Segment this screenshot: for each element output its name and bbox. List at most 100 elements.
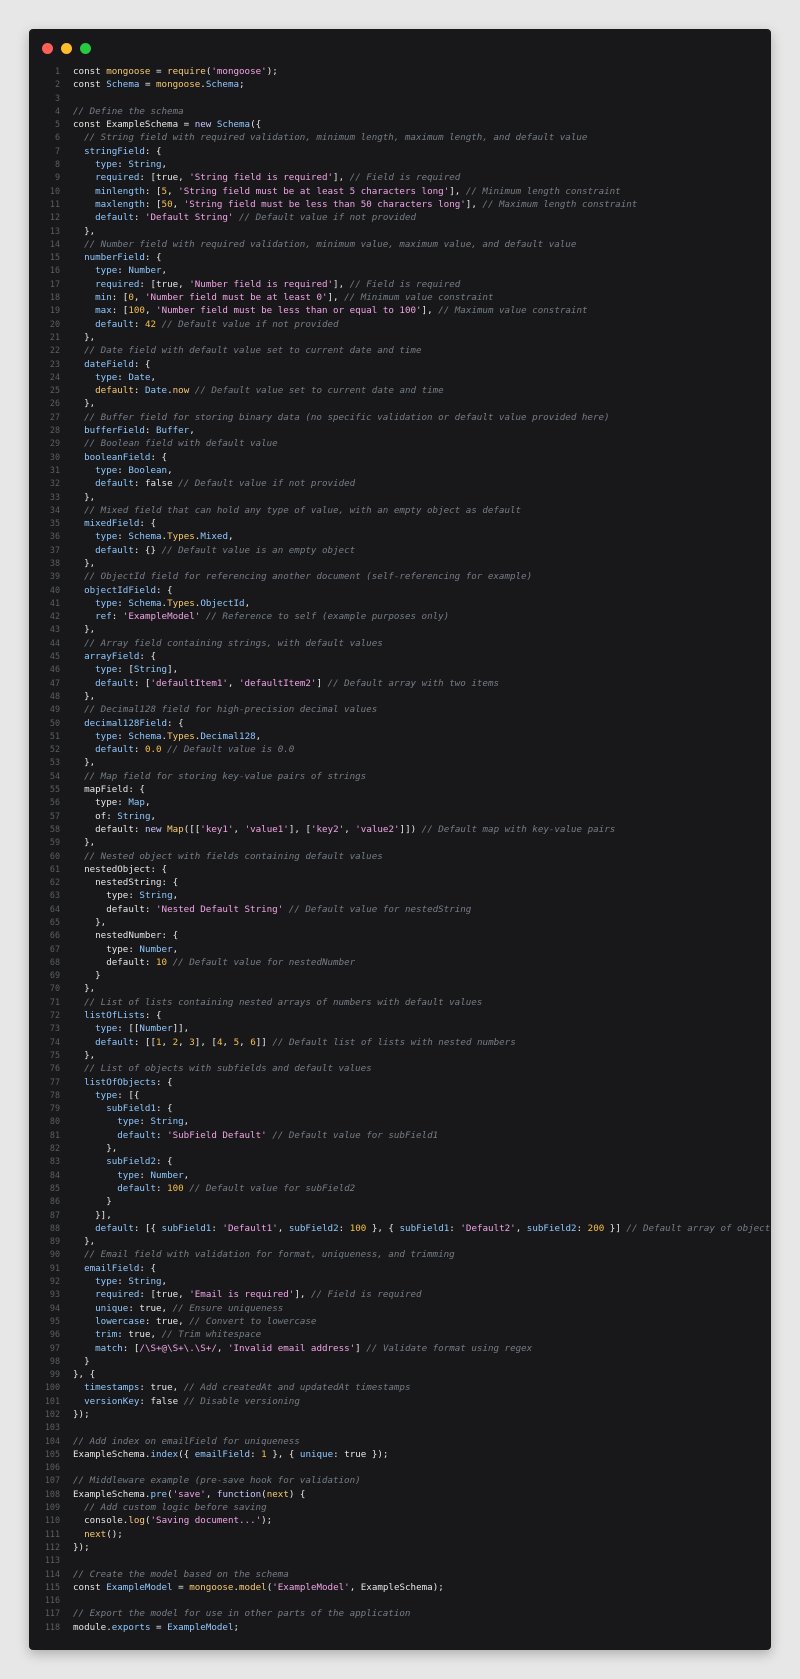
close-window-button[interactable] <box>42 43 53 54</box>
code-token: ], <box>449 185 466 197</box>
code-line: 16 type: Number, <box>29 264 771 277</box>
code-token: : [ <box>111 292 129 304</box>
line-number: 60 <box>49 850 60 861</box>
line-source: type: String, <box>73 1275 167 1288</box>
line-number: 100 <box>44 1382 60 1393</box>
line-source: // Buffer field for storing binary data … <box>73 411 609 424</box>
line-number: 28 <box>49 425 60 436</box>
line-source: match: [/\S+@\S+\.\S+/, 'Invalid email a… <box>73 1342 532 1355</box>
line-source: }, <box>73 982 95 995</box>
code-token: // Field is required <box>349 172 461 184</box>
code-token: : { <box>144 252 162 264</box>
code-line: 102}); <box>29 1408 771 1421</box>
code-token: type <box>73 1169 140 1181</box>
code-line: 46 type: [String], <box>29 663 771 676</box>
code-line: 68 default: 10 // Default value for nest… <box>29 956 771 969</box>
line-number: 33 <box>49 491 60 502</box>
line-number: 22 <box>49 345 60 356</box>
code-token: : <box>139 1116 151 1128</box>
code-line: 86 } <box>29 1195 771 1208</box>
code-token: type <box>73 664 118 676</box>
code-token: : <box>139 1382 151 1394</box>
code-token: , <box>172 943 179 955</box>
code-token: : <box>117 464 129 476</box>
code-token: // Default value if not provided <box>178 478 356 490</box>
code-token: 'Number field is required' <box>189 278 334 290</box>
maximize-window-button[interactable] <box>80 43 91 54</box>
code-line: 71 // List of lists containing nested ar… <box>29 996 771 1009</box>
code-token: 100 <box>349 1222 367 1234</box>
code-window: 1 const mongoose = require('mongoose'); 2 c… <box>29 29 771 1650</box>
code-token: }, <box>73 837 96 849</box>
code-token: mixedField <box>73 518 140 530</box>
code-token: // Trim whitespace <box>161 1329 262 1341</box>
line-source: subField1: { <box>73 1102 172 1115</box>
line-number: 12 <box>49 212 60 223</box>
code-token: : <box>117 265 129 277</box>
line-source: booleanField: { <box>73 451 167 464</box>
line-number: 54 <box>49 770 60 781</box>
code-token: type <box>73 1276 118 1288</box>
line-source: }, <box>73 491 95 504</box>
code-token: new <box>144 823 168 835</box>
line-source: }, <box>73 225 95 238</box>
line-source: type: Schema.Types.ObjectId, <box>73 597 250 610</box>
line-number: 45 <box>49 651 60 662</box>
line-source: dateField: { <box>73 358 150 371</box>
code-token: : [{ <box>117 1089 140 1101</box>
line-source: default: new Map([['key1', 'value1'], ['… <box>73 823 615 836</box>
code-token: 10 <box>156 956 168 968</box>
code-token: // Number field with required validation… <box>73 238 577 250</box>
line-number: 77 <box>49 1076 60 1087</box>
line-source: type: String, <box>73 1115 189 1128</box>
code-token: subField2 <box>73 1156 156 1168</box>
code-token: , <box>178 172 190 184</box>
code-line: 94 unique: true, // Ensure uniqueness <box>29 1302 771 1315</box>
code-token: type <box>73 159 118 171</box>
code-line: 21 }, <box>29 331 771 344</box>
line-number: 18 <box>49 292 60 303</box>
code-token: : <box>117 159 129 171</box>
code-token: : { <box>144 145 162 157</box>
code-token: }, <box>73 757 96 769</box>
code-line: 50 decimal128Field: { <box>29 717 771 730</box>
minimize-window-button[interactable] <box>61 43 72 54</box>
code-token: ) { <box>288 1488 306 1500</box>
line-source: }, <box>73 557 95 570</box>
line-source: nestedObject: { <box>73 863 167 876</box>
code-token: // String field with required validation… <box>73 132 588 144</box>
line-number: 76 <box>49 1063 60 1074</box>
code-line: 57 of: String, <box>29 810 771 823</box>
code-token: ); <box>261 1515 273 1527</box>
line-source: listOfObjects: { <box>73 1076 173 1089</box>
line-number: 93 <box>49 1289 60 1300</box>
line-number: 63 <box>49 890 60 901</box>
code-line: 76 // List of objects with subfields and… <box>29 1062 771 1075</box>
code-token: // Default value for subField1 <box>272 1129 439 1141</box>
code-line: 62 nestedString: { <box>29 876 771 889</box>
line-number: 83 <box>49 1156 60 1167</box>
code-token: const <box>73 119 107 131</box>
line-number: 3 <box>54 92 60 103</box>
code-line: 59 }, <box>29 836 771 849</box>
line-source: // Decimal128 field for high-precision d… <box>73 703 377 716</box>
code-token: : { <box>128 784 145 796</box>
line-source: maxlength: [50, 'String field must be le… <box>73 198 637 211</box>
code-line: 67 type: Number, <box>29 943 771 956</box>
line-source: default: [[1, 2, 3], [4, 5, 6]] // Defau… <box>73 1036 516 1049</box>
line-source: }, <box>73 756 95 769</box>
code-token: // Default value for nestedString <box>288 903 472 915</box>
code-token: // List of lists containing nested array… <box>73 996 483 1008</box>
line-number: 34 <box>49 504 60 515</box>
code-token: stringField <box>73 145 145 157</box>
line-number: 68 <box>49 956 60 967</box>
code-token: model <box>239 1581 267 1593</box>
code-token: arrayField <box>73 651 140 663</box>
code-line: 99}, { <box>29 1368 771 1381</box>
line-source: // Export the model for use in other par… <box>73 1607 410 1620</box>
code-line: 51 type: Schema.Types.Decimal128, <box>29 730 771 743</box>
code-editor[interactable]: 1 const mongoose = require('mongoose'); 2 c… <box>29 65 771 1634</box>
line-number: 73 <box>49 1023 60 1034</box>
code-token: : <box>128 890 140 902</box>
code-token: ); <box>432 1581 444 1593</box>
